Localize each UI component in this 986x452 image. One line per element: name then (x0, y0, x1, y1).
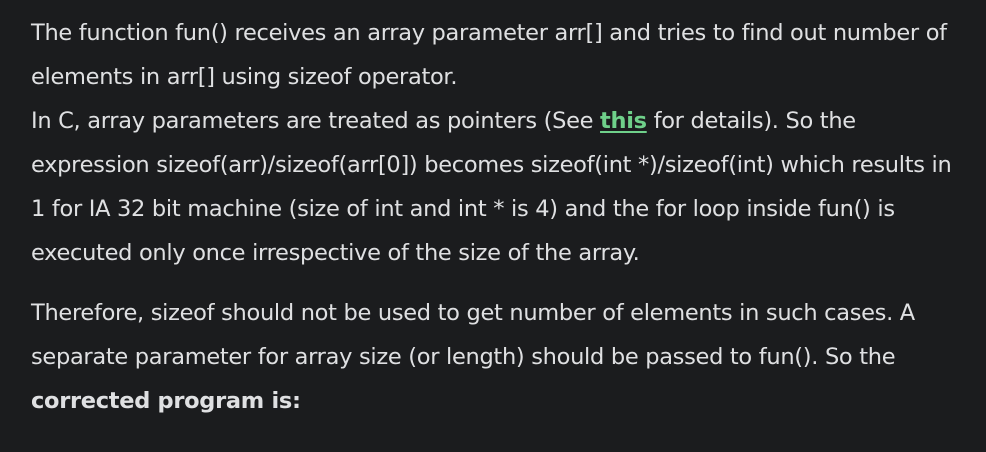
details-link[interactable]: this (600, 108, 647, 134)
conclusion-text: Therefore, sizeof should not be used to … (31, 300, 915, 370)
article-body: The function fun() receives an array par… (31, 11, 961, 423)
intro-line: The function fun() receives an array par… (31, 20, 947, 90)
corrected-program-label: corrected program is: (31, 388, 301, 414)
conclusion-paragraph: Therefore, sizeof should not be used to … (31, 291, 961, 423)
explanation-paragraph: In C, array parameters are treated as po… (31, 99, 961, 275)
explanation-text-start: In C, array parameters are treated as po… (31, 108, 601, 134)
